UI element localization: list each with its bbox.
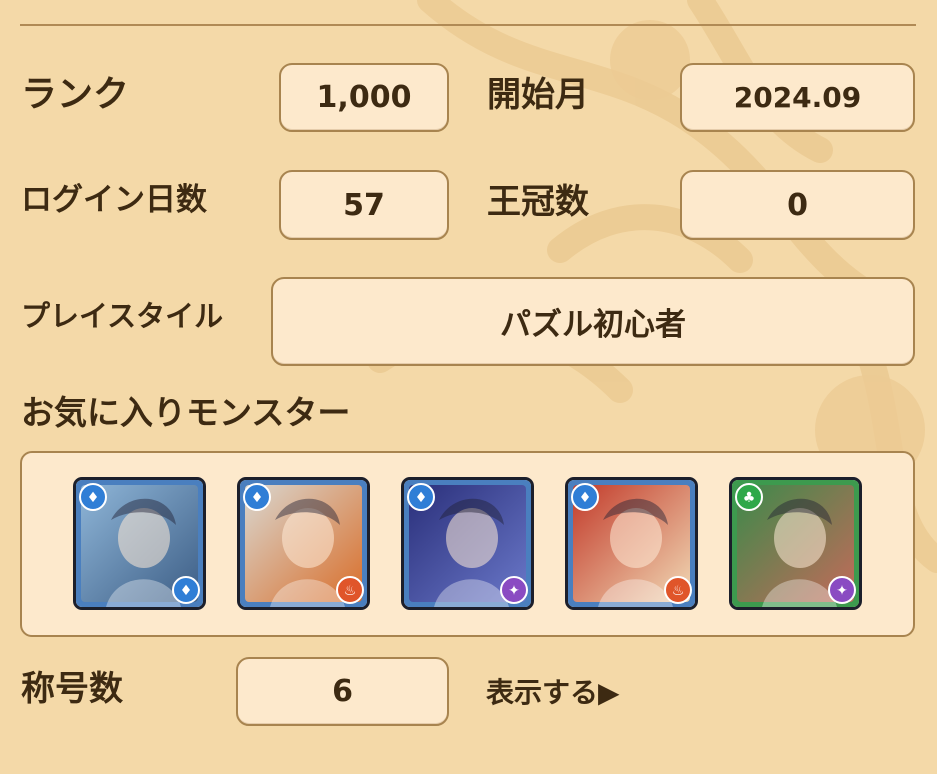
titles-value: 6 [236,657,449,726]
crowns-value: 0 [680,170,915,240]
rank-value: 1,000 [279,63,449,132]
svg-text:♦: ♦ [579,490,592,506]
start-month-value: 2024.09 [680,63,915,132]
svg-text:♦: ♦ [87,490,100,506]
play-style-label: プレイスタイル [21,299,224,333]
monster-portrait: ♣✦ [732,480,859,607]
top-divider [20,24,916,26]
svg-text:♣: ♣ [743,490,756,506]
monster-portrait: ♦♦ [76,480,203,607]
start-month-label: 開始月 [487,75,589,115]
monster-portrait: ♦✦ [404,480,531,607]
svg-text:♦: ♦ [415,490,428,506]
show-titles-link[interactable]: 表示する▶ [486,671,620,711]
svg-text:✦: ✦ [508,583,520,599]
titles-label: 称号数 [21,669,123,709]
svg-text:✦: ✦ [836,583,848,599]
favorite-monster-2[interactable]: ♦ ♨ [237,477,370,610]
svg-text:♨: ♨ [672,583,685,599]
rank-label: ランク [21,74,130,115]
favorite-monster-5[interactable]: ♣ ✦ [729,477,862,610]
svg-text:♦: ♦ [251,490,264,506]
favorite-monsters-heading: お気に入りモンスター [21,393,351,432]
svg-text:♨: ♨ [344,583,357,599]
favorite-monster-1[interactable]: ♦ ♦ [73,477,206,610]
crowns-label: 王冠数 [487,182,589,222]
login-days-label: ログイン日数 [21,182,207,218]
login-days-value: 57 [279,170,449,240]
favorite-monster-3[interactable]: ♦ ✦ [401,477,534,610]
svg-text:♦: ♦ [180,583,193,599]
play-style-value: パズル初心者 [271,277,915,366]
monster-portrait: ♦♨ [568,480,695,607]
favorite-monster-4[interactable]: ♦ ♨ [565,477,698,610]
monster-portrait: ♦♨ [240,480,367,607]
